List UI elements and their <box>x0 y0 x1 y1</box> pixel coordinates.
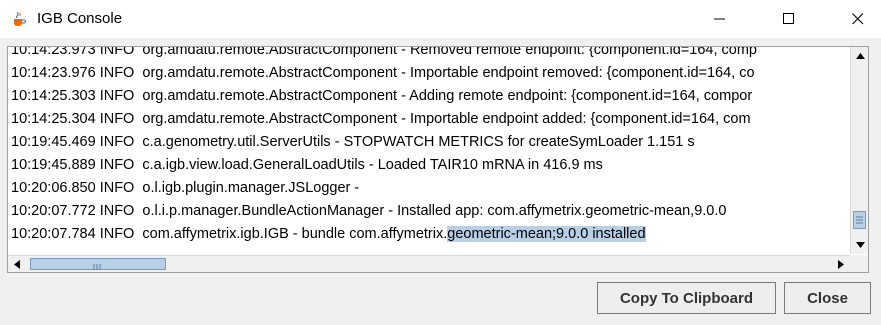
log-line: 10:19:45.469 INFO c.a.genometry.util.Ser… <box>11 134 695 150</box>
java-cup-icon <box>10 10 28 28</box>
scroll-down-arrow-icon[interactable] <box>851 236 868 253</box>
log-line: 10:19:45.889 INFO c.a.igb.view.load.Gene… <box>11 157 603 173</box>
window-title: IGB Console <box>37 10 123 27</box>
close-icon <box>852 13 864 25</box>
vertical-scroll-thumb[interactable] <box>853 211 866 229</box>
log-line: 10:20:06.850 INFO o.l.igb.plugin.manager… <box>11 180 360 196</box>
scroll-up-arrow-icon[interactable] <box>851 47 868 64</box>
close-button[interactable]: Close <box>784 282 871 314</box>
selected-text: geometric-mean;9.0.0 installed <box>447 226 646 242</box>
console-log-area[interactable]: 10:14:23.973 INFO org.amdatu.remote.Abst… <box>7 46 869 273</box>
scrollbar-corner <box>850 255 868 272</box>
console-text[interactable]: 10:14:23.973 INFO org.amdatu.remote.Abst… <box>8 47 848 254</box>
minimize-icon <box>714 18 725 20</box>
log-line: 10:14:23.973 INFO org.amdatu.remote.Abst… <box>11 47 757 58</box>
maximize-icon <box>783 13 794 24</box>
horizontal-scroll-thumb[interactable] <box>30 258 166 270</box>
scroll-right-arrow-icon[interactable] <box>832 256 850 272</box>
log-line: 10:14:23.976 INFO org.amdatu.remote.Abst… <box>11 65 755 81</box>
log-line-prefix: 10:20:07.784 INFO com.affymetrix.igb.IGB… <box>11 226 448 242</box>
log-line: 10:20:07.772 INFO o.l.i.p.manager.Bundle… <box>11 203 727 219</box>
copy-to-clipboard-button[interactable]: Copy To Clipboard <box>597 282 776 314</box>
vertical-scrollbar[interactable] <box>850 47 868 254</box>
close-window-button[interactable] <box>835 0 881 38</box>
title-bar[interactable]: IGB Console <box>0 0 881 38</box>
log-line: 10:14:25.303 INFO org.amdatu.remote.Abst… <box>11 88 753 104</box>
maximize-button[interactable] <box>766 0 812 38</box>
horizontal-scrollbar[interactable] <box>8 255 850 272</box>
scroll-left-arrow-icon[interactable] <box>8 256 26 272</box>
log-line-last: 10:20:07.784 INFO com.affymetrix.igb.IGB… <box>11 225 646 244</box>
log-line: 10:14:25.304 INFO org.amdatu.remote.Abst… <box>11 111 751 127</box>
minimize-button[interactable] <box>697 0 743 38</box>
